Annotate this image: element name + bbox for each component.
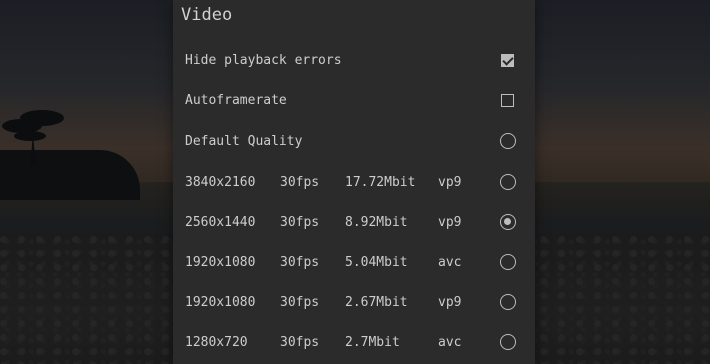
option-default-quality[interactable]: Default Quality — [173, 121, 535, 161]
format-fps: 30fps — [280, 334, 320, 350]
format-bitrate: 2.7Mbit — [345, 334, 400, 350]
format-bitrate: 5.04Mbit — [345, 254, 408, 270]
format-resolution: 1920x1080 — [185, 294, 256, 310]
format-fps: 30fps — [280, 214, 320, 230]
format-row[interactable]: 1920x1080 30fps 2.67Mbit vp9 — [173, 282, 535, 322]
format-resolution: 1280x720 — [185, 334, 248, 350]
format-row[interactable]: 1920x1080 30fps 5.04Mbit avc — [173, 242, 535, 282]
panel-title: Video — [181, 5, 233, 25]
option-label: Default Quality — [185, 133, 303, 149]
format-bitrate: 2.67Mbit — [345, 294, 408, 310]
format-codec: vp9 — [438, 294, 462, 310]
format-bitrate: 17.72Mbit — [345, 174, 416, 190]
format-resolution: 1920x1080 — [185, 254, 256, 270]
format-codec: vp9 — [438, 214, 462, 230]
radio-unselected-icon[interactable] — [500, 254, 516, 270]
format-row[interactable]: 3840x2160 30fps 17.72Mbit vp9 — [173, 162, 535, 202]
format-row[interactable]: 2560x1440 30fps 8.92Mbit vp9 — [173, 202, 535, 242]
option-hide-playback-errors[interactable]: Hide playback errors — [173, 40, 535, 80]
format-resolution: 3840x2160 — [185, 174, 256, 190]
radio-selected-icon[interactable] — [500, 214, 516, 230]
radio-unselected-icon[interactable] — [500, 294, 516, 310]
format-row[interactable]: 1280x720 30fps 2.7Mbit avc — [173, 322, 535, 362]
format-codec: avc — [438, 334, 462, 350]
radio-unselected-icon[interactable] — [500, 174, 516, 190]
option-autoframerate[interactable]: Autoframerate — [173, 80, 535, 120]
format-resolution: 2560x1440 — [185, 214, 256, 230]
video-settings-panel: Video Hide playback errors Autoframerate… — [173, 0, 535, 364]
format-codec: avc — [438, 254, 462, 270]
option-label: Hide playback errors — [185, 52, 342, 68]
checkbox-checked-icon[interactable] — [501, 53, 514, 67]
format-fps: 30fps — [280, 174, 320, 190]
format-fps: 30fps — [280, 294, 320, 310]
option-label: Autoframerate — [185, 92, 287, 108]
radio-unselected-icon[interactable] — [500, 133, 516, 149]
format-bitrate: 8.92Mbit — [345, 214, 408, 230]
format-codec: vp9 — [438, 174, 462, 190]
format-fps: 30fps — [280, 254, 320, 270]
radio-unselected-icon[interactable] — [500, 334, 516, 350]
checkbox-unchecked-icon[interactable] — [501, 93, 514, 107]
